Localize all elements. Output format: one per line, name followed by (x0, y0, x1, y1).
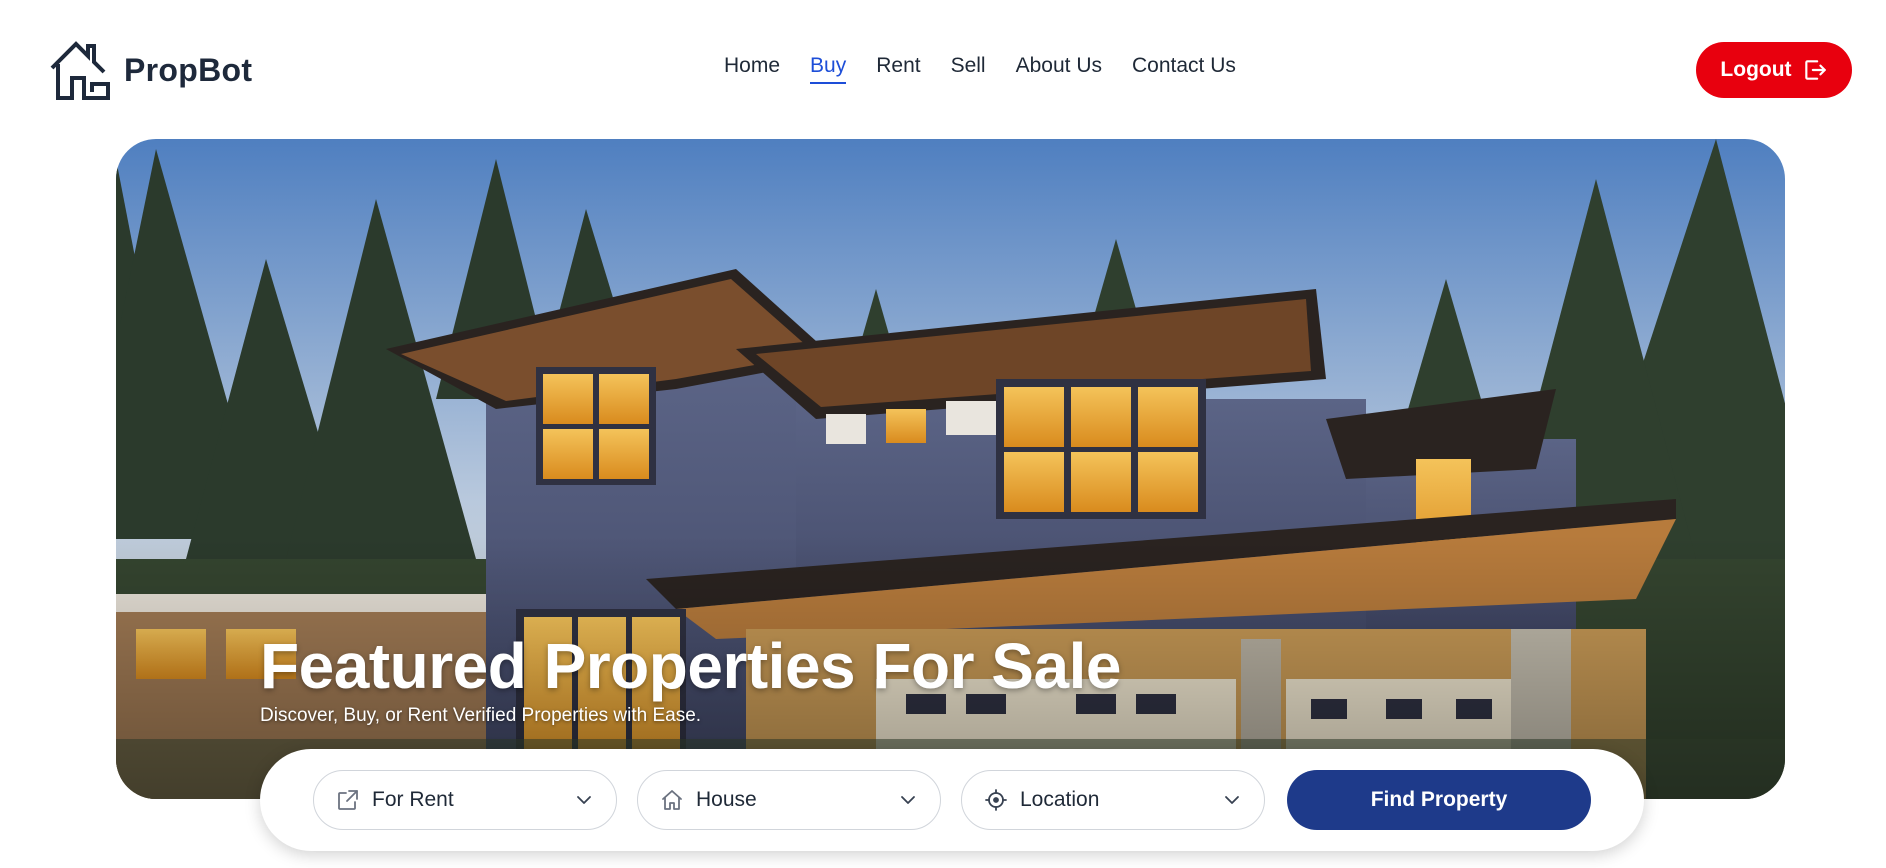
brand-logo[interactable]: PropBot (48, 38, 252, 102)
nav-item-contact-us[interactable]: Contact Us (1132, 54, 1236, 84)
property-type-value: House (696, 788, 757, 811)
location-target-icon (985, 789, 1007, 811)
brand-name: PropBot (124, 51, 253, 88)
nav-item-home[interactable]: Home (724, 54, 780, 84)
main-nav: Home Buy Rent Sell About Us Contact Us (724, 54, 1236, 84)
logout-icon (1804, 60, 1826, 80)
listing-type-select[interactable]: For Rent (313, 770, 617, 830)
nav-item-sell[interactable]: Sell (951, 54, 986, 84)
house-logo-icon (50, 41, 110, 100)
nav-item-about-us[interactable]: About Us (1016, 54, 1102, 84)
hero-title: Featured Properties For Sale (260, 630, 1121, 702)
logout-button-label: Logout (1720, 58, 1792, 81)
find-property-button[interactable]: Find Property (1287, 770, 1591, 830)
location-select[interactable]: Location (961, 770, 1265, 830)
property-type-select[interactable]: House (637, 770, 941, 830)
nav-item-rent[interactable]: Rent (876, 54, 920, 84)
chevron-down-icon (901, 796, 915, 804)
home-icon (662, 790, 682, 810)
site-header: PropBot Home Buy Rent Sell About Us Cont… (0, 0, 1886, 140)
hero-subtitle: Discover, Buy, or Rent Verified Properti… (260, 705, 702, 726)
chevron-down-icon (1225, 796, 1239, 804)
nav-item-buy[interactable]: Buy (810, 54, 847, 84)
location-value: Location (1020, 788, 1100, 811)
listing-type-value: For Rent (372, 788, 454, 811)
external-link-icon (338, 790, 358, 810)
hero-banner: Featured Properties For Sale Discover, B… (116, 139, 1785, 799)
logout-button[interactable]: Logout (1696, 42, 1852, 98)
property-search-bar: For Rent House Location Find Property (260, 749, 1644, 851)
chevron-down-icon (577, 796, 591, 804)
